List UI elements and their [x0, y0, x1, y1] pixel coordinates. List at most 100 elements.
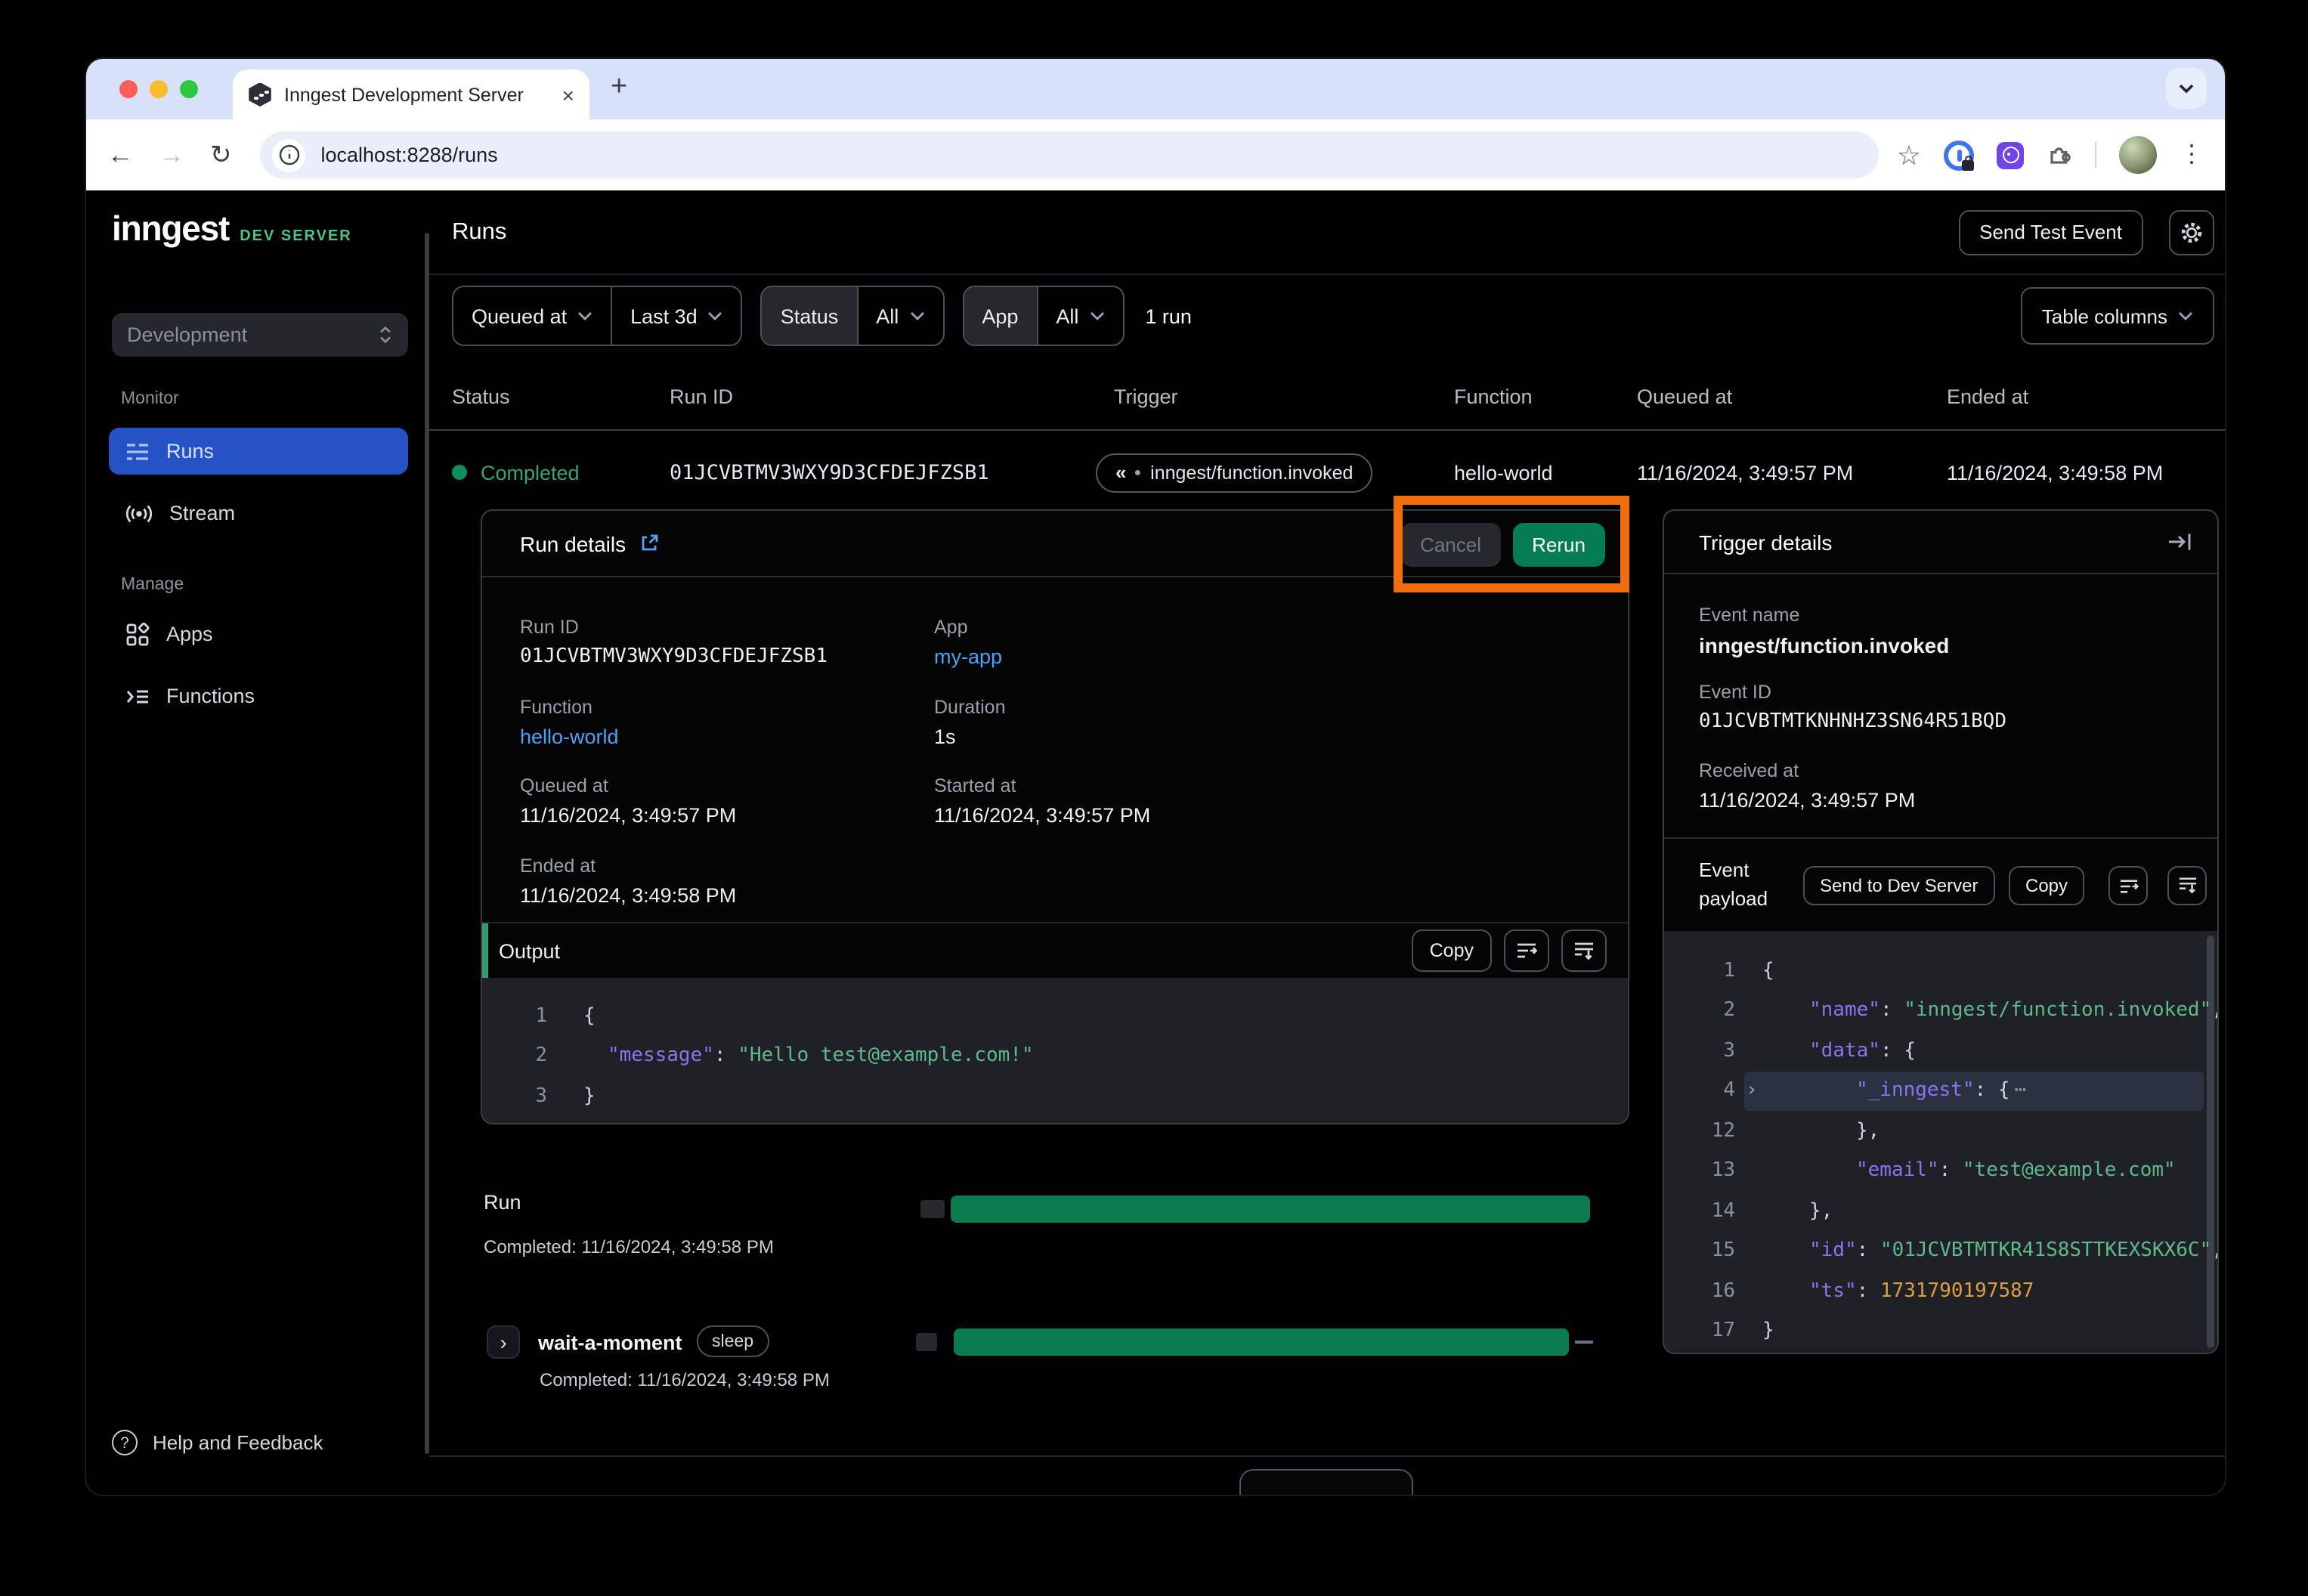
new-tab-button[interactable]: +: [611, 71, 627, 104]
help-label: Help and Feedback: [153, 1431, 323, 1454]
app-link[interactable]: my-app: [934, 645, 1002, 668]
run-table-row[interactable]: Completed 01JCVBTMV3WXY9D3CFDEJFZSB1 «● …: [429, 429, 2225, 515]
sidebar-item-apps[interactable]: Apps: [109, 611, 408, 657]
tab-close-icon[interactable]: ×: [562, 84, 574, 105]
run-details-card: Run details Cancel Rerun Run ID 01JCVBTM…: [481, 509, 1629, 1124]
time-field-dropdown[interactable]: Queued at: [453, 287, 611, 345]
browser-tab[interactable]: Inngest Development Server ×: [233, 70, 589, 119]
payload-wrap-button[interactable]: [2108, 866, 2148, 905]
sidebar-item-functions[interactable]: Functions: [109, 673, 408, 719]
toolbar-separator: [2095, 142, 2096, 168]
password-manager-extension-icon[interactable]: [1944, 140, 1974, 170]
output-accent-bar: [482, 923, 488, 979]
time-range-value: Last 3d: [630, 305, 698, 327]
field-event-name: Event name inngest/function.invoked: [1699, 605, 1949, 657]
word-wrap-icon: [1516, 942, 1537, 960]
load-more-button-partial[interactable]: [1239, 1469, 1413, 1495]
chevron-down-icon: [2178, 311, 2193, 320]
payload-line: 12 },: [1664, 1111, 2217, 1151]
dev-server-badge: DEV SERVER: [240, 228, 352, 245]
extensions-puzzle-icon[interactable]: [2047, 142, 2072, 168]
sidebar-item-label: Functions: [166, 685, 255, 707]
sidebar-item-runs[interactable]: Runs: [109, 428, 408, 475]
column-header-function: Function: [1454, 385, 1533, 408]
run-status: Completed: [452, 461, 580, 484]
back-icon[interactable]: ←: [107, 142, 133, 168]
minimize-window-button[interactable]: [150, 80, 168, 98]
payload-line: 14 },: [1664, 1191, 2217, 1231]
table-columns-button[interactable]: Table columns: [2021, 287, 2214, 345]
function-cell: hello-world: [1454, 461, 1553, 484]
logo-wordmark: inngest: [112, 209, 229, 249]
payload-scrollbar[interactable]: [2207, 936, 2214, 1348]
status-filter-dropdown[interactable]: All: [856, 287, 942, 345]
tab-title: Inngest Development Server: [284, 84, 562, 105]
column-header-ended: Ended at: [1947, 385, 2028, 408]
payload-line-collapsed[interactable]: 4 › "_inngest": {⋯: [1664, 1071, 2217, 1111]
filter-bar: Queued at Last 3d Status All: [429, 287, 2225, 345]
expand-chevron-icon[interactable]: ›: [1746, 1080, 1758, 1103]
timeline-run-completed: Completed: 11/16/2024, 3:49:58 PM: [484, 1236, 774, 1257]
payload-line: 16 "ts": 1731790197587: [1664, 1271, 2217, 1311]
field-event-id: Event ID 01JCVBTMTKNHNHZ3SN64R51BQD: [1699, 682, 2006, 733]
app-filter-group: App All: [962, 286, 1124, 346]
select-updown-icon: [378, 325, 393, 345]
timeline-run-bar[interactable]: [951, 1195, 1590, 1223]
output-wrap-button[interactable]: [1504, 929, 1549, 972]
send-to-dev-server-button[interactable]: Send to Dev Server: [1803, 866, 1994, 905]
table-columns-label: Table columns: [2042, 305, 2167, 327]
inngest-logo: inngest DEV SERVER: [112, 209, 352, 249]
page-header: Runs Send Test Event: [429, 190, 2225, 275]
time-range-dropdown[interactable]: Last 3d: [611, 287, 741, 345]
app-filter-dropdown[interactable]: All: [1036, 287, 1122, 345]
payload-scroll-bottom-button[interactable]: [2167, 866, 2207, 905]
external-link-icon[interactable]: [639, 534, 659, 553]
function-link[interactable]: hello-world: [520, 725, 619, 748]
settings-gear-button[interactable]: [2169, 209, 2214, 255]
code-line: 1 {: [482, 996, 1628, 1036]
payload-line: 13 "email": "test@example.com": [1664, 1151, 2217, 1191]
output-title: Output: [499, 939, 560, 962]
output-copy-button[interactable]: Copy: [1412, 929, 1492, 972]
runs-list-icon: [125, 441, 150, 462]
address-bar[interactable]: localhost:8288/runs: [261, 131, 1879, 178]
trigger-details-card: Trigger details Event name inngest/funct…: [1663, 509, 2219, 1354]
timeline-step-bar[interactable]: [954, 1328, 1569, 1356]
output-scroll-bottom-button[interactable]: [1561, 929, 1607, 972]
field-app: App my-app: [934, 617, 1002, 668]
bookmark-star-icon[interactable]: ☆: [1897, 141, 1921, 169]
purple-extension-icon[interactable]: [1997, 141, 2024, 169]
environment-select[interactable]: Development: [112, 313, 408, 357]
sidebar-item-label: Apps: [166, 623, 213, 645]
browser-window: Inngest Development Server × + ← → ↻ loc…: [86, 59, 2225, 1495]
site-info-icon[interactable]: [273, 138, 306, 172]
column-header-run-id: Run ID: [670, 385, 733, 408]
sidebar-item-stream[interactable]: Stream: [109, 490, 408, 537]
forward-icon[interactable]: →: [159, 142, 184, 168]
section-divider: [1664, 837, 2217, 839]
payload-copy-button[interactable]: Copy: [2009, 866, 2084, 905]
profile-avatar[interactable]: [2119, 136, 2157, 174]
trigger-badge[interactable]: «● inngest/function.invoked: [1096, 453, 1372, 492]
tab-search-button[interactable]: [2166, 68, 2207, 109]
field-ended-at: Ended at 11/16/2024, 3:49:58 PM: [520, 855, 736, 907]
column-header-trigger: Trigger: [1114, 385, 1178, 408]
step-type-badge: sleep: [697, 1325, 769, 1357]
timeline-run-queue-segment: [920, 1200, 945, 1218]
word-wrap-icon: [2118, 877, 2138, 894]
chevron-right-icon: ›: [500, 1330, 506, 1354]
gear-icon: [2180, 218, 2204, 246]
step-expander-button[interactable]: ›: [487, 1325, 520, 1359]
maximize-window-button[interactable]: [180, 80, 198, 98]
close-window-button[interactable]: [119, 80, 138, 98]
trigger-name: inngest/function.invoked: [1150, 462, 1353, 483]
reload-icon[interactable]: ↻: [210, 142, 232, 168]
inngest-dev-server-app: inngest DEV SERVER Development Monitor R…: [86, 190, 2225, 1495]
payload-line: 17 }: [1664, 1311, 2217, 1351]
timeline-step-queue-segment: [916, 1333, 937, 1351]
collapse-panel-icon[interactable]: [2167, 532, 2193, 552]
payload-line: 1 {: [1664, 951, 2217, 991]
browser-menu-icon[interactable]: ⋮: [2180, 143, 2204, 167]
help-and-feedback[interactable]: ? Help and Feedback: [112, 1430, 323, 1455]
send-test-event-button[interactable]: Send Test Event: [1958, 209, 2143, 255]
